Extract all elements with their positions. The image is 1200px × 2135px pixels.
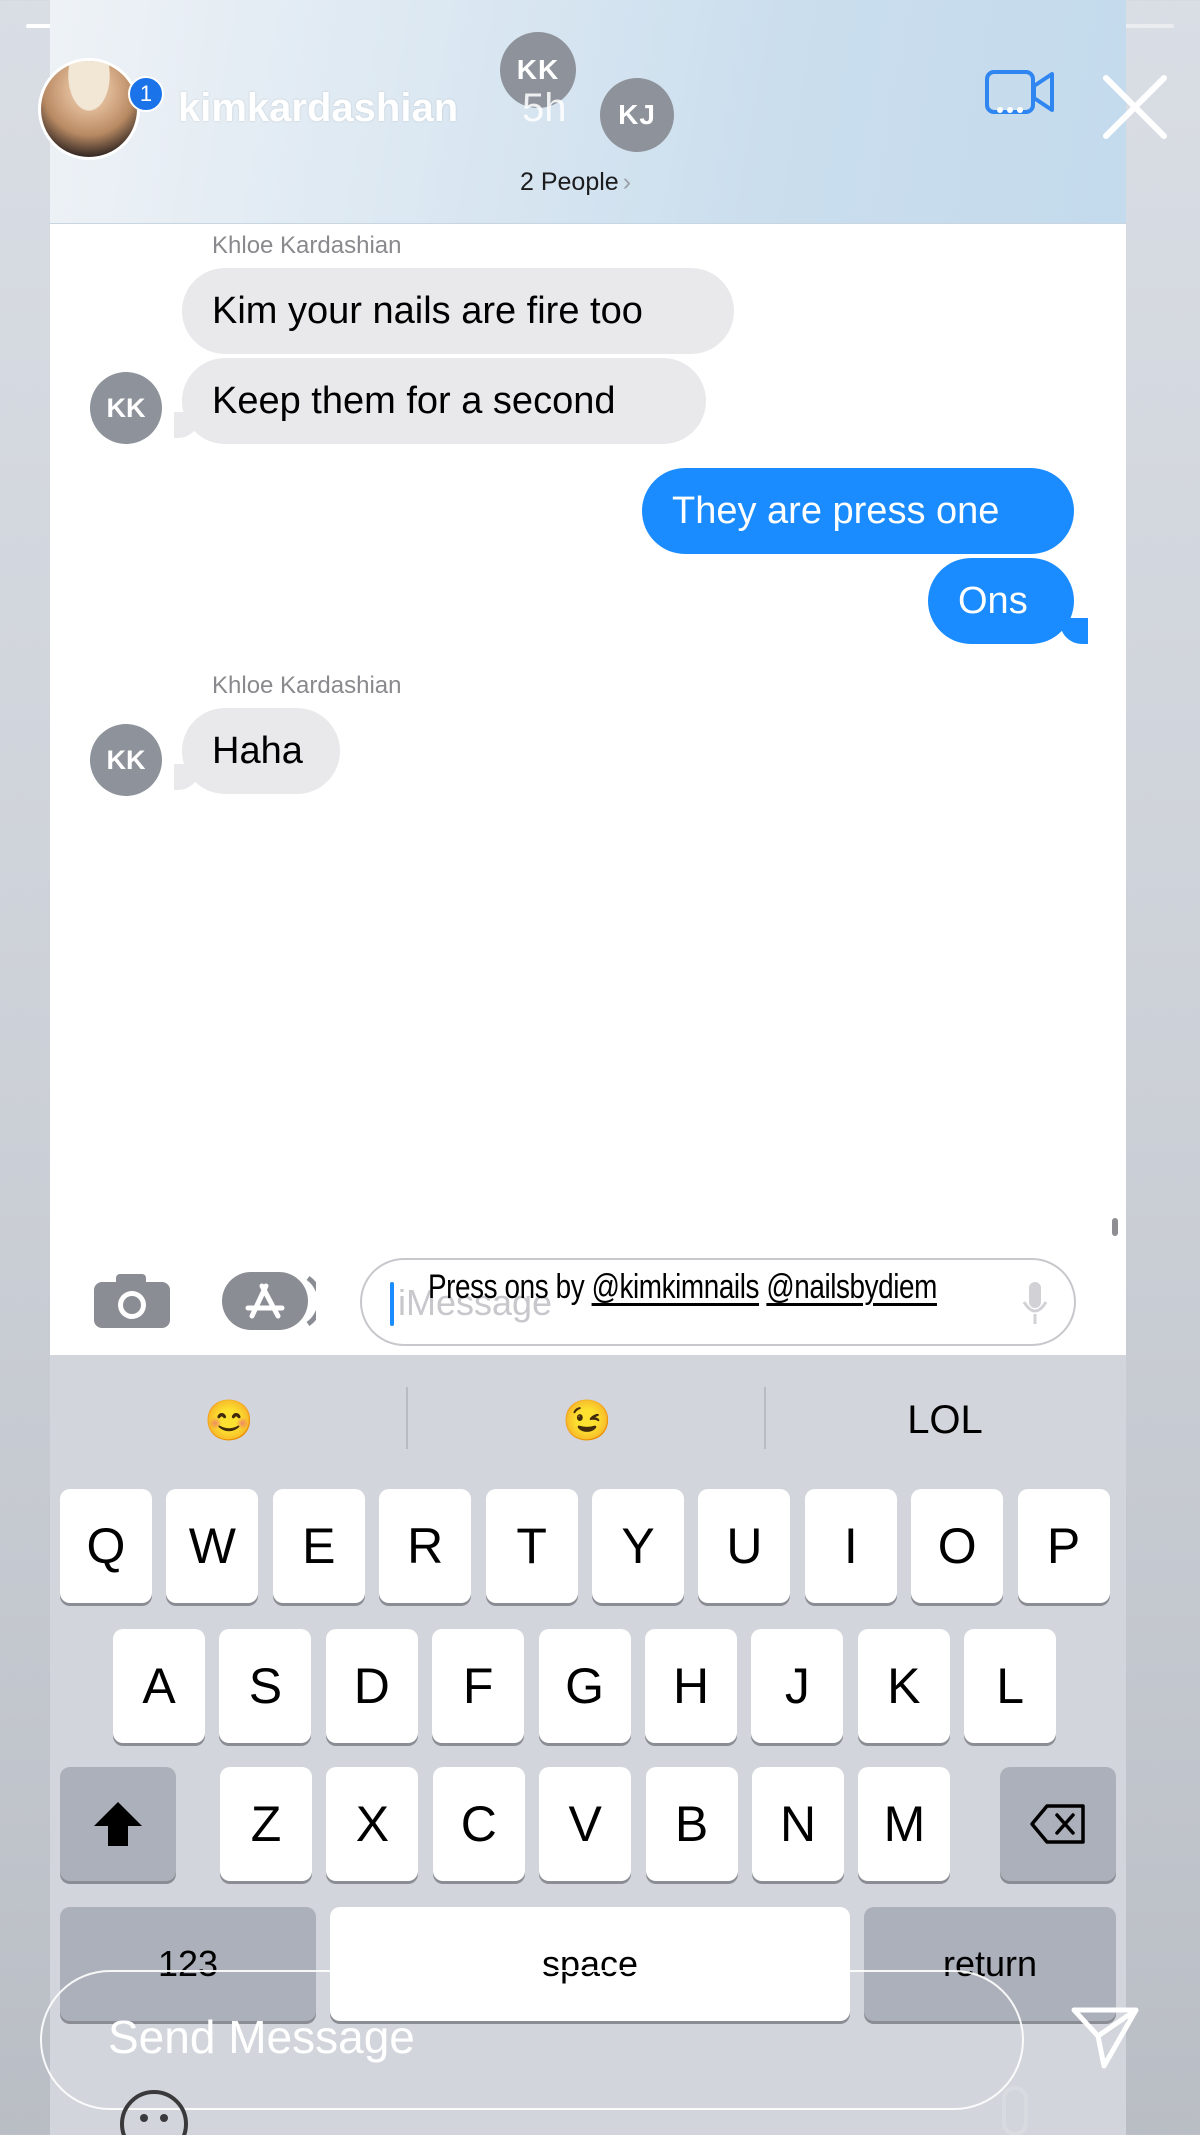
dictation-icon[interactable]	[1022, 1280, 1048, 1331]
key-c[interactable]: C	[432, 1767, 525, 1881]
key-z[interactable]: Z	[220, 1767, 312, 1881]
sender-avatar: KK	[90, 372, 162, 444]
key-u[interactable]: U	[698, 1489, 791, 1603]
notification-badge: 1	[128, 76, 164, 112]
app-store-icon[interactable]	[222, 1272, 323, 1330]
send-message-placeholder: Send Message	[108, 2011, 415, 2063]
microphone-icon[interactable]	[990, 2084, 1040, 2135]
key-k[interactable]: K	[857, 1629, 950, 1743]
story-timestamp: 5h	[522, 86, 567, 130]
group-avatar-kj: KJ	[600, 78, 674, 152]
story-username[interactable]: kimkardashian	[178, 86, 458, 131]
scroll-indicator	[1112, 1218, 1118, 1236]
prediction-lol[interactable]: LOL	[766, 1355, 1124, 1485]
shift-icon	[94, 1802, 142, 1846]
backspace-icon	[1030, 1804, 1085, 1844]
key-l[interactable]: L	[964, 1629, 1057, 1743]
caption-mention[interactable]: @kimkimnails	[592, 1268, 760, 1306]
sender-name: Khloe Kardashian	[212, 232, 402, 259]
message-bubble-incoming: Keep them for a second	[182, 358, 706, 444]
key-n[interactable]: N	[752, 1767, 844, 1881]
message-screenshot: KK KJ 2 People › Khloe Kardashian Kim you…	[50, 0, 1126, 1355]
key-e[interactable]: E	[272, 1489, 365, 1603]
text-caret	[390, 1282, 394, 1326]
prediction-emoji-wink[interactable]: 😉	[408, 1355, 766, 1485]
key-b[interactable]: B	[645, 1767, 738, 1881]
caption-mention[interactable]: @nailsbydiem	[766, 1268, 937, 1306]
key-m[interactable]: M	[858, 1767, 951, 1881]
key-r[interactable]: R	[379, 1489, 472, 1603]
message-bubble-incoming: Haha	[182, 708, 340, 794]
shift-key[interactable]	[60, 1767, 176, 1881]
key-w[interactable]: W	[166, 1489, 259, 1603]
key-t[interactable]: T	[485, 1489, 578, 1603]
predictive-bar: 😊 😉 LOL	[50, 1355, 1126, 1485]
close-icon[interactable]	[1100, 72, 1170, 147]
sender-avatar: KK	[90, 724, 162, 796]
people-label: 2 People	[520, 168, 619, 196]
emoji-icon[interactable]	[118, 2088, 190, 2135]
key-q[interactable]: Q	[60, 1489, 152, 1603]
backspace-key[interactable]	[1000, 1767, 1116, 1881]
message-bubble-outgoing: They are press one	[642, 468, 1074, 554]
camera-icon[interactable]	[92, 1272, 172, 1335]
video-call-icon[interactable]	[984, 66, 1056, 123]
prediction-emoji-smile[interactable]: 😊	[50, 1355, 408, 1485]
key-f[interactable]: F	[432, 1629, 525, 1743]
key-o[interactable]: O	[911, 1489, 1004, 1603]
caption-text: Press ons by	[428, 1268, 592, 1306]
key-d[interactable]: D	[325, 1629, 418, 1743]
people-link[interactable]: 2 People ›	[520, 168, 631, 197]
key-i[interactable]: I	[804, 1489, 897, 1603]
story-caption: Press ons by @kimkimnails @nailsbydiem	[428, 1268, 937, 1307]
key-g[interactable]: G	[538, 1629, 631, 1743]
message-bubble-outgoing: Ons	[928, 558, 1074, 644]
send-icon[interactable]	[1070, 2004, 1140, 2075]
key-a[interactable]: A	[113, 1629, 205, 1743]
sender-name: Khloe Kardashian	[212, 672, 402, 699]
chevron-right-icon: ›	[622, 168, 632, 196]
key-p[interactable]: P	[1017, 1489, 1110, 1603]
key-h[interactable]: H	[645, 1629, 737, 1743]
key-x[interactable]: X	[326, 1767, 419, 1881]
key-s[interactable]: S	[219, 1629, 312, 1743]
key-v[interactable]: V	[539, 1767, 632, 1881]
key-j[interactable]: J	[751, 1629, 844, 1743]
profile-avatar[interactable]	[38, 58, 140, 160]
message-bubble-incoming: Kim your nails are fire too	[182, 268, 734, 354]
key-y[interactable]: Y	[592, 1489, 684, 1603]
